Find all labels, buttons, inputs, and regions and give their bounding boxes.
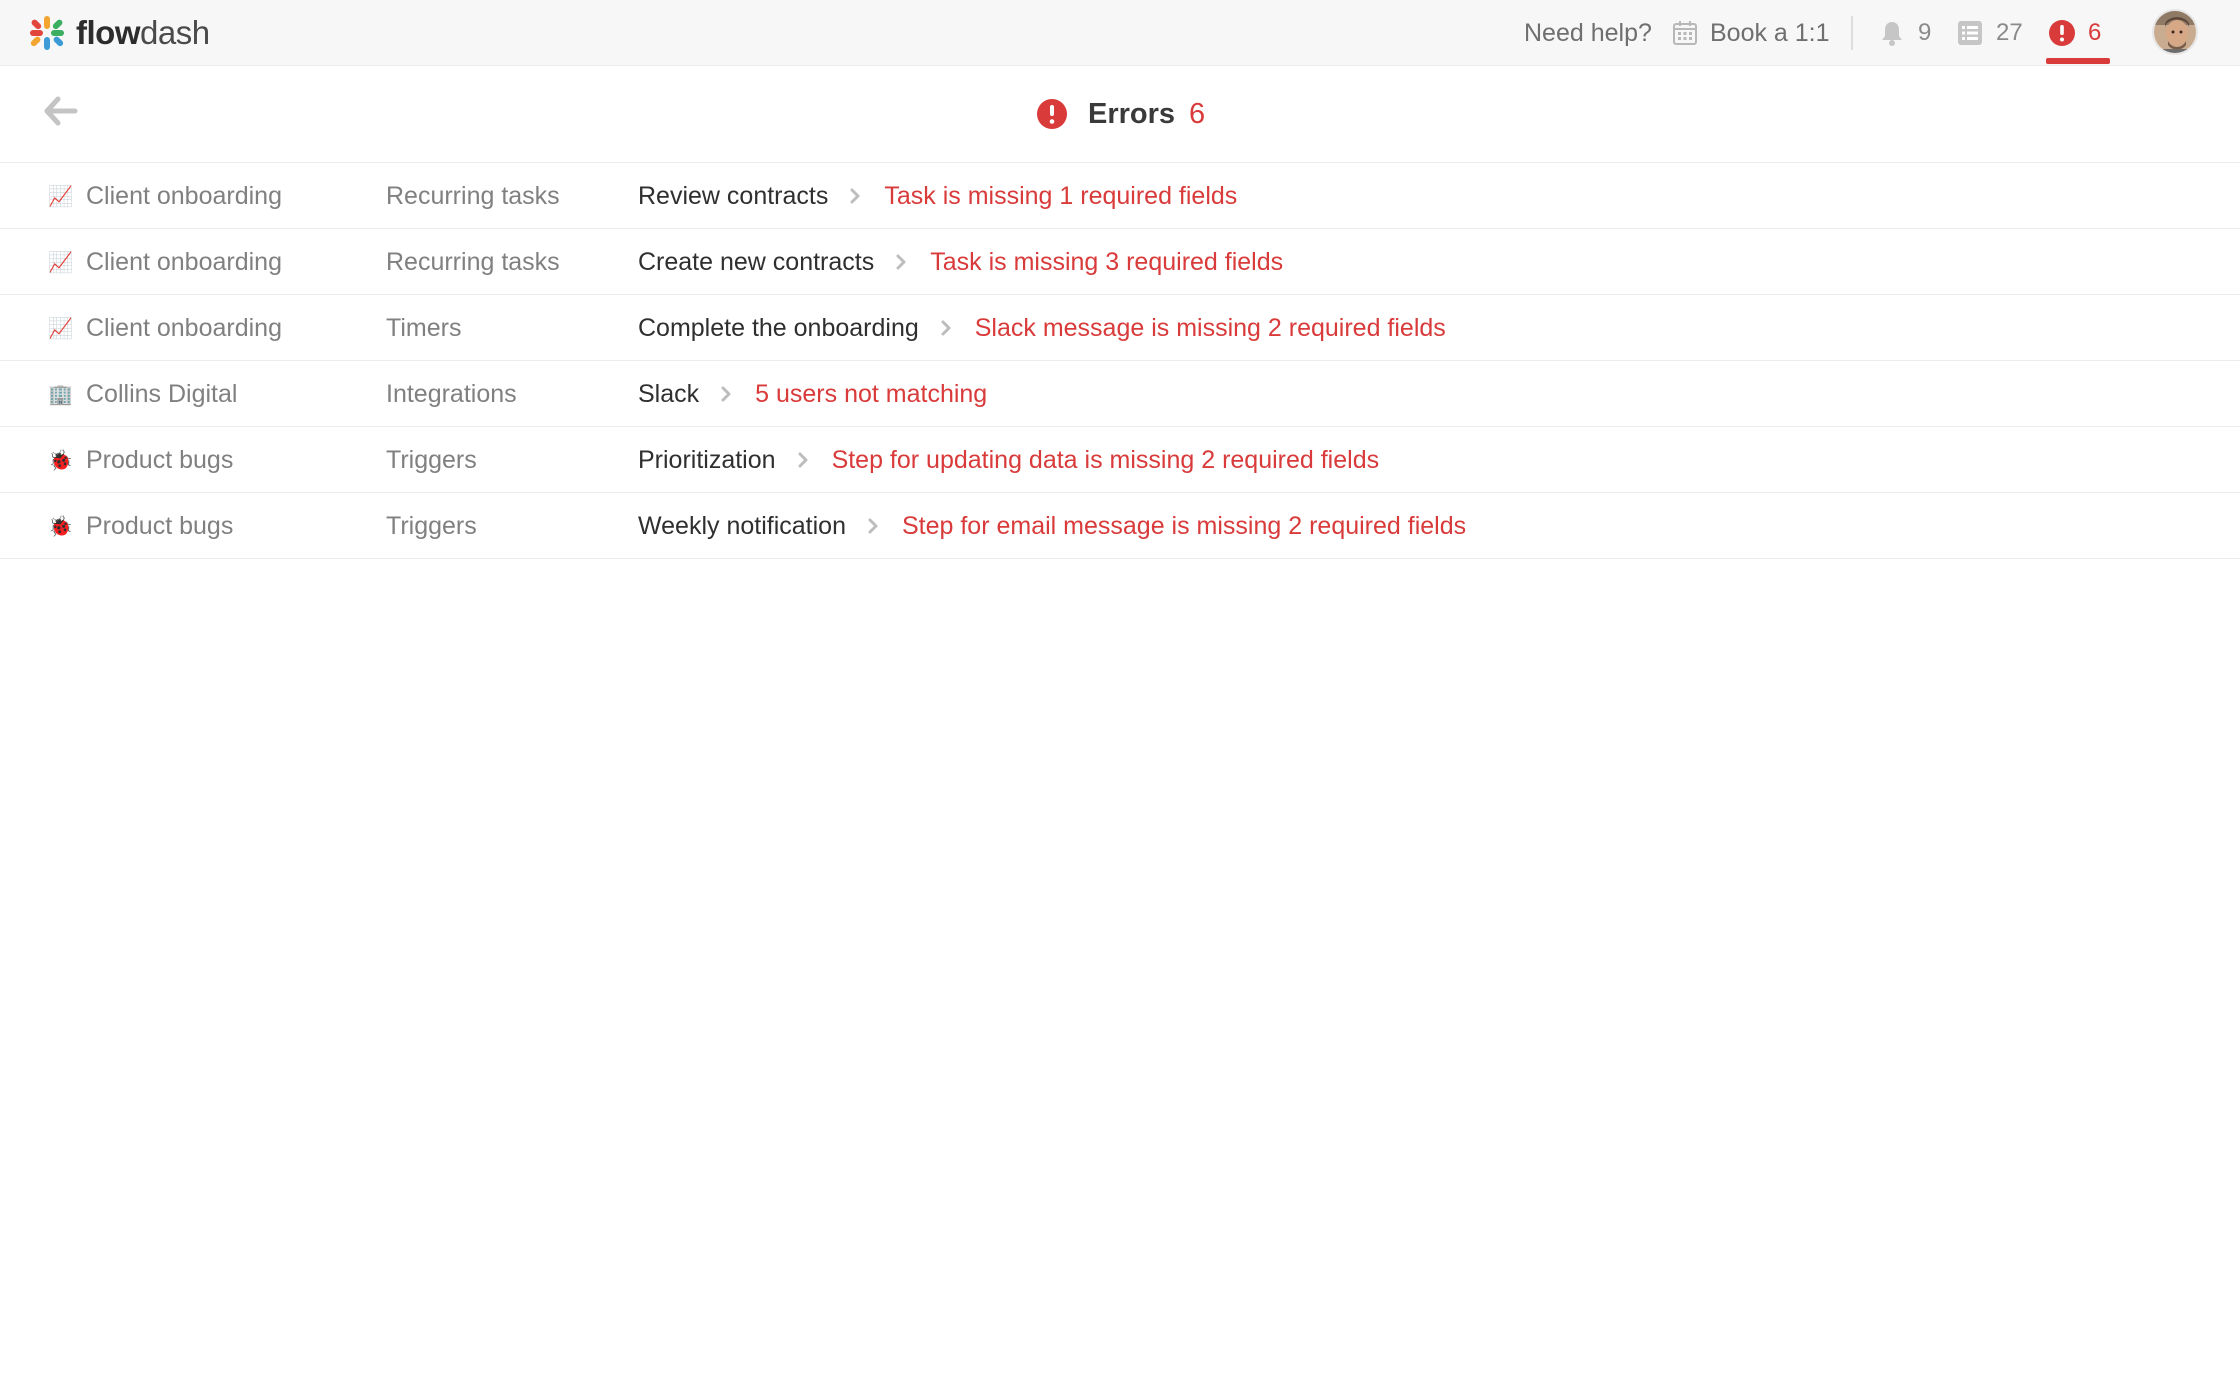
- error-source-label: Collins Digital: [86, 379, 238, 408]
- error-detail: Prioritization Step for updating data is…: [638, 427, 1379, 493]
- error-source: 📈 Client onboarding: [48, 295, 282, 361]
- error-message: Slack message is missing 2 required fiel…: [974, 313, 1446, 342]
- error-category: Triggers: [386, 445, 477, 474]
- error-detail: Create new contracts Task is missing 3 r…: [638, 229, 1283, 295]
- flowdash-logo-icon: [30, 16, 64, 50]
- app-logo[interactable]: flowdash: [30, 15, 210, 51]
- building-emoji-icon: 🏢: [48, 383, 73, 406]
- error-item-name: Create new contracts: [638, 247, 875, 276]
- tasks-button[interactable]: 27: [1956, 16, 2023, 50]
- error-source-label: Client onboarding: [86, 313, 282, 342]
- error-category: Recurring tasks: [386, 247, 560, 276]
- error-list: 📈 Client onboarding Recurring tasks Revi…: [0, 163, 2240, 559]
- page-title: Errors 6: [1036, 96, 1205, 132]
- tasks-count: 27: [1996, 19, 2023, 46]
- topbar-divider: [1851, 16, 1853, 50]
- error-source: 📈 Client onboarding: [48, 229, 282, 295]
- chart-emoji-icon: 📈: [48, 251, 73, 274]
- chevron-right-icon: [868, 518, 878, 534]
- error-source: 🏢 Collins Digital: [48, 361, 237, 427]
- list-icon: [1958, 21, 1982, 45]
- error-item-name: Complete the onboarding: [638, 313, 919, 342]
- need-help-link[interactable]: Need help?: [1524, 16, 1652, 50]
- book-call-button[interactable]: Book a 1:1: [1672, 16, 1830, 50]
- app-name: flowdash: [76, 15, 210, 51]
- error-category: Recurring tasks: [386, 181, 560, 210]
- error-alert-icon: [1037, 99, 1067, 129]
- error-category: Triggers: [386, 511, 477, 540]
- chart-emoji-icon: 📈: [48, 317, 73, 340]
- arrow-left-icon: [44, 96, 78, 126]
- chart-emoji-icon: 📈: [48, 185, 73, 208]
- error-row[interactable]: 📈 Client onboarding Timers Complete the …: [0, 295, 2240, 361]
- bug-emoji-icon: 🐞: [48, 449, 73, 472]
- error-source: 🐞 Product bugs: [48, 493, 233, 559]
- book-call-label: Book a 1:1: [1710, 18, 1830, 47]
- chevron-right-icon: [721, 386, 731, 402]
- error-message: Task is missing 3 required fields: [930, 247, 1284, 276]
- error-alert-icon: [2049, 20, 2075, 46]
- user-avatar-image: [2154, 11, 2196, 53]
- chevron-right-icon: [850, 188, 860, 204]
- calendar-icon: [1673, 21, 1697, 45]
- back-button[interactable]: [44, 96, 80, 126]
- error-detail: Review contracts Task is missing 1 requi…: [638, 163, 1237, 229]
- error-message: Step for updating data is missing 2 requ…: [831, 445, 1380, 474]
- error-source-label: Client onboarding: [86, 247, 282, 276]
- app-name-part2: dash: [139, 14, 210, 51]
- error-item-name: Prioritization: [638, 445, 776, 474]
- error-row[interactable]: 📈 Client onboarding Recurring tasks Crea…: [0, 229, 2240, 295]
- error-source: 🐞 Product bugs: [48, 427, 233, 493]
- notifications-button[interactable]: 9: [1878, 16, 1931, 50]
- page-title-count: 6: [1189, 97, 1206, 130]
- error-row[interactable]: 🏢 Collins Digital Integrations Slack 5 u…: [0, 361, 2240, 427]
- error-detail: Slack 5 users not matching: [638, 361, 987, 427]
- bug-emoji-icon: 🐞: [48, 515, 73, 538]
- chevron-right-icon: [798, 452, 808, 468]
- error-message: 5 users not matching: [755, 379, 988, 408]
- chevron-right-icon: [896, 254, 906, 270]
- notifications-count: 9: [1918, 19, 1932, 46]
- error-row[interactable]: 📈 Client onboarding Recurring tasks Revi…: [0, 163, 2240, 229]
- error-source-label: Product bugs: [86, 445, 234, 474]
- error-item-name: Weekly notification: [638, 511, 846, 540]
- error-detail: Complete the onboarding Slack message is…: [638, 295, 1446, 361]
- chevron-right-icon: [941, 320, 951, 336]
- error-source: 📈 Client onboarding: [48, 163, 282, 229]
- top-bar: flowdash Need help? Book a 1:1 9 27 6: [0, 0, 2240, 66]
- error-message: Task is missing 1 required fields: [884, 181, 1238, 210]
- error-detail: Weekly notification Step for email messa…: [638, 493, 1466, 559]
- page-title-text: Errors: [1088, 97, 1176, 130]
- page-header: Errors 6: [0, 66, 2240, 163]
- error-message: Step for email message is missing 2 requ…: [901, 511, 1467, 540]
- error-source-label: Product bugs: [86, 511, 234, 540]
- errors-count: 6: [2088, 19, 2102, 46]
- user-avatar[interactable]: [2152, 9, 2198, 55]
- error-source-label: Client onboarding: [86, 181, 282, 210]
- app-name-part1: flow: [76, 14, 140, 51]
- error-category: Timers: [386, 313, 462, 342]
- errors-tab[interactable]: 6: [2048, 16, 2101, 50]
- error-item-name: Slack: [638, 379, 700, 408]
- bell-icon: [1882, 22, 1902, 46]
- error-item-name: Review contracts: [638, 181, 829, 210]
- error-category: Integrations: [386, 379, 517, 408]
- error-row[interactable]: 🐞 Product bugs Triggers Prioritization S…: [0, 427, 2240, 493]
- error-row[interactable]: 🐞 Product bugs Triggers Weekly notificat…: [0, 493, 2240, 559]
- active-tab-indicator: [2046, 58, 2110, 64]
